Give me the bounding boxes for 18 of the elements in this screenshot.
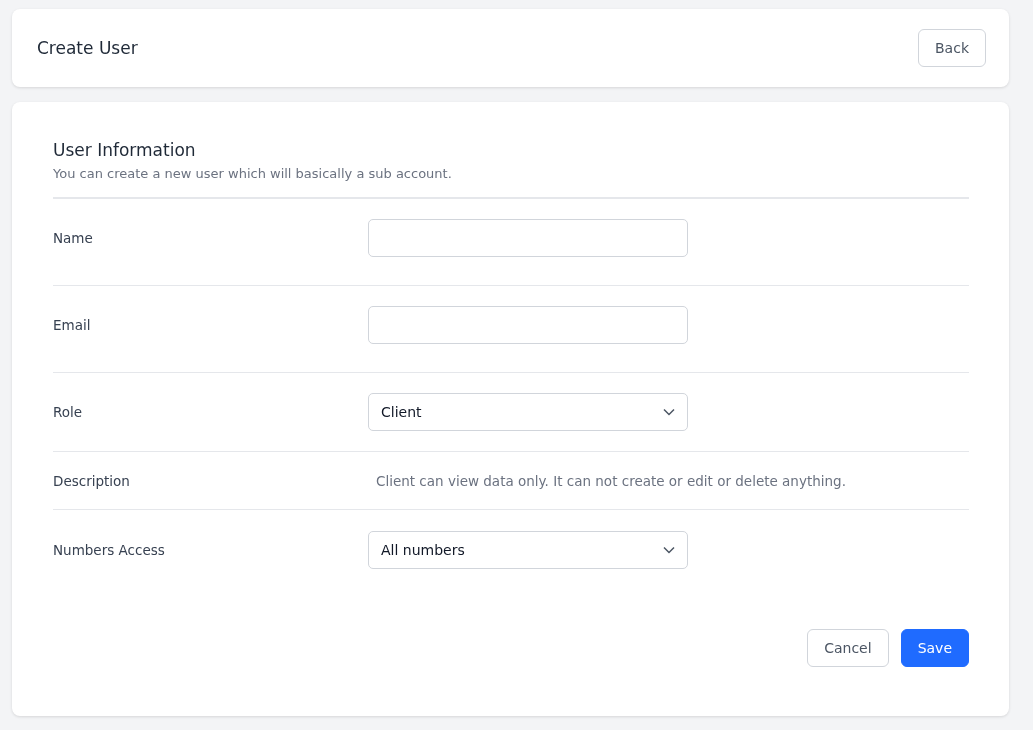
page-title: Create User xyxy=(37,38,138,58)
section-subtitle: You can create a new user which will basically a sub account. xyxy=(53,166,969,199)
select-field[interactable]: All numbers xyxy=(368,530,688,569)
chevron-down-icon xyxy=(663,545,675,554)
cancel-button[interactable]: Cancel xyxy=(807,629,889,667)
field-label: Numbers Access xyxy=(53,541,166,558)
input-field[interactable] xyxy=(368,306,688,344)
chevron-down-icon xyxy=(663,408,675,416)
back-button[interactable]: Back xyxy=(918,29,986,67)
field-label: Role xyxy=(53,404,84,420)
field-label: Description xyxy=(53,472,131,489)
select-field[interactable]: Client xyxy=(368,393,688,431)
section-title: User Information xyxy=(53,140,197,160)
field-label: Email xyxy=(53,317,92,333)
field-label: Name xyxy=(53,230,94,246)
description-text: Client can view data only. It can not create or edit or delete anything. xyxy=(376,472,846,489)
input-field[interactable] xyxy=(368,219,688,257)
save-button[interactable]: Save xyxy=(900,629,969,667)
